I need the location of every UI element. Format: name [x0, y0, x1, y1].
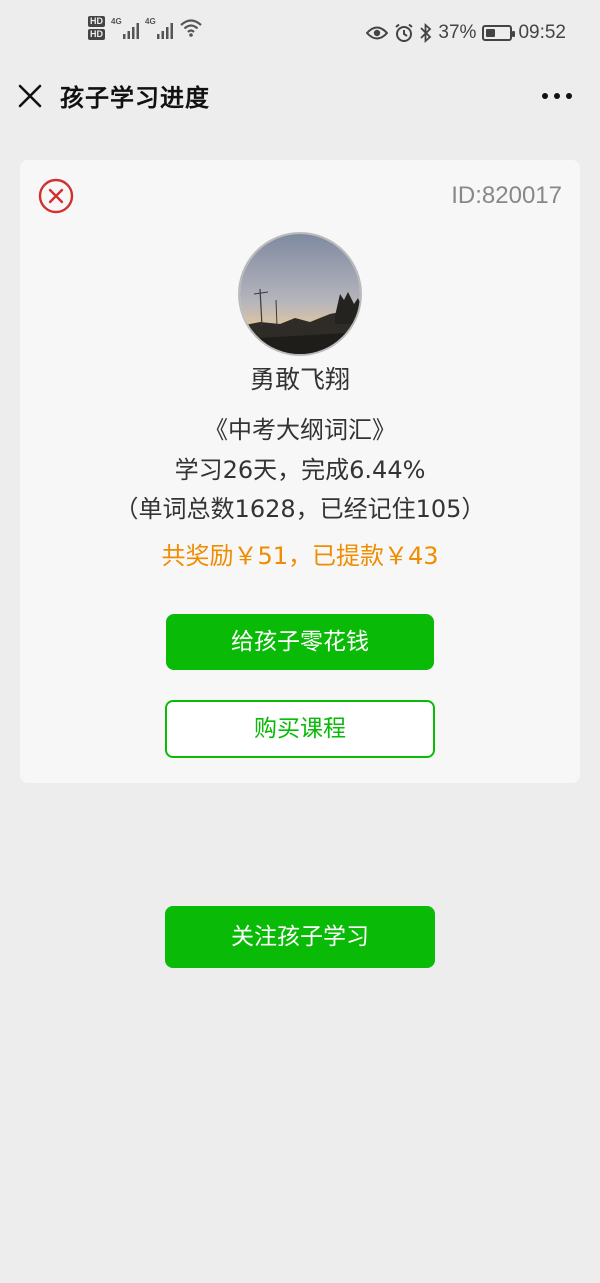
eye-icon — [366, 26, 389, 40]
alarm-icon — [395, 23, 414, 42]
follow-child-button[interactable]: 关注孩子学习 — [165, 906, 435, 968]
battery-icon — [482, 25, 516, 41]
progress-card: ID:820017 勇敢飞翔 《中考大纲词汇》 学习26天，完成6.44% （单… — [20, 160, 580, 783]
bluetooth-icon — [420, 23, 432, 43]
hd-badge-2: HD — [88, 29, 105, 40]
page-title: 孩子学习进度 — [60, 84, 210, 112]
wifi-icon — [180, 19, 202, 37]
hd-badge-1: HD — [88, 16, 105, 27]
clock: 09:52 — [518, 22, 566, 43]
status-right: 37% 09:52 — [366, 22, 566, 44]
word-stats: （单词总数1628，已经记住105） — [114, 495, 486, 523]
give-pocket-money-button[interactable]: 给孩子零花钱 — [166, 614, 434, 670]
avatar[interactable] — [238, 232, 362, 356]
buy-course-button[interactable]: 购买课程 — [165, 700, 435, 758]
navbar: 孩子学习进度 — [0, 66, 600, 126]
status-left: HD HD 4G 4G — [88, 16, 203, 40]
close-icon[interactable] — [14, 80, 46, 112]
signal-icon-sim1: 4G — [111, 17, 139, 39]
card-close-icon[interactable] — [38, 178, 74, 214]
sim2-network-label: 4G — [145, 17, 156, 26]
hd-indicators: HD HD — [88, 16, 105, 40]
book-title: 《中考大纲词汇》 — [204, 416, 396, 444]
battery-fill — [486, 29, 495, 37]
sim1-network-label: 4G — [111, 17, 122, 26]
study-progress: 学习26天，完成6.44% — [174, 456, 426, 484]
signal-icon-sim2: 4G — [145, 17, 173, 39]
more-icon[interactable] — [542, 88, 574, 104]
battery-percent: 37% — [438, 22, 477, 43]
child-nickname: 勇敢飞翔 — [249, 365, 350, 394]
reward-summary: 共奖励￥51，已提款￥43 — [161, 542, 439, 570]
status-bar: HD HD 4G 4G 37% 09:52 — [0, 0, 600, 66]
child-id: ID:820017 — [451, 182, 562, 209]
